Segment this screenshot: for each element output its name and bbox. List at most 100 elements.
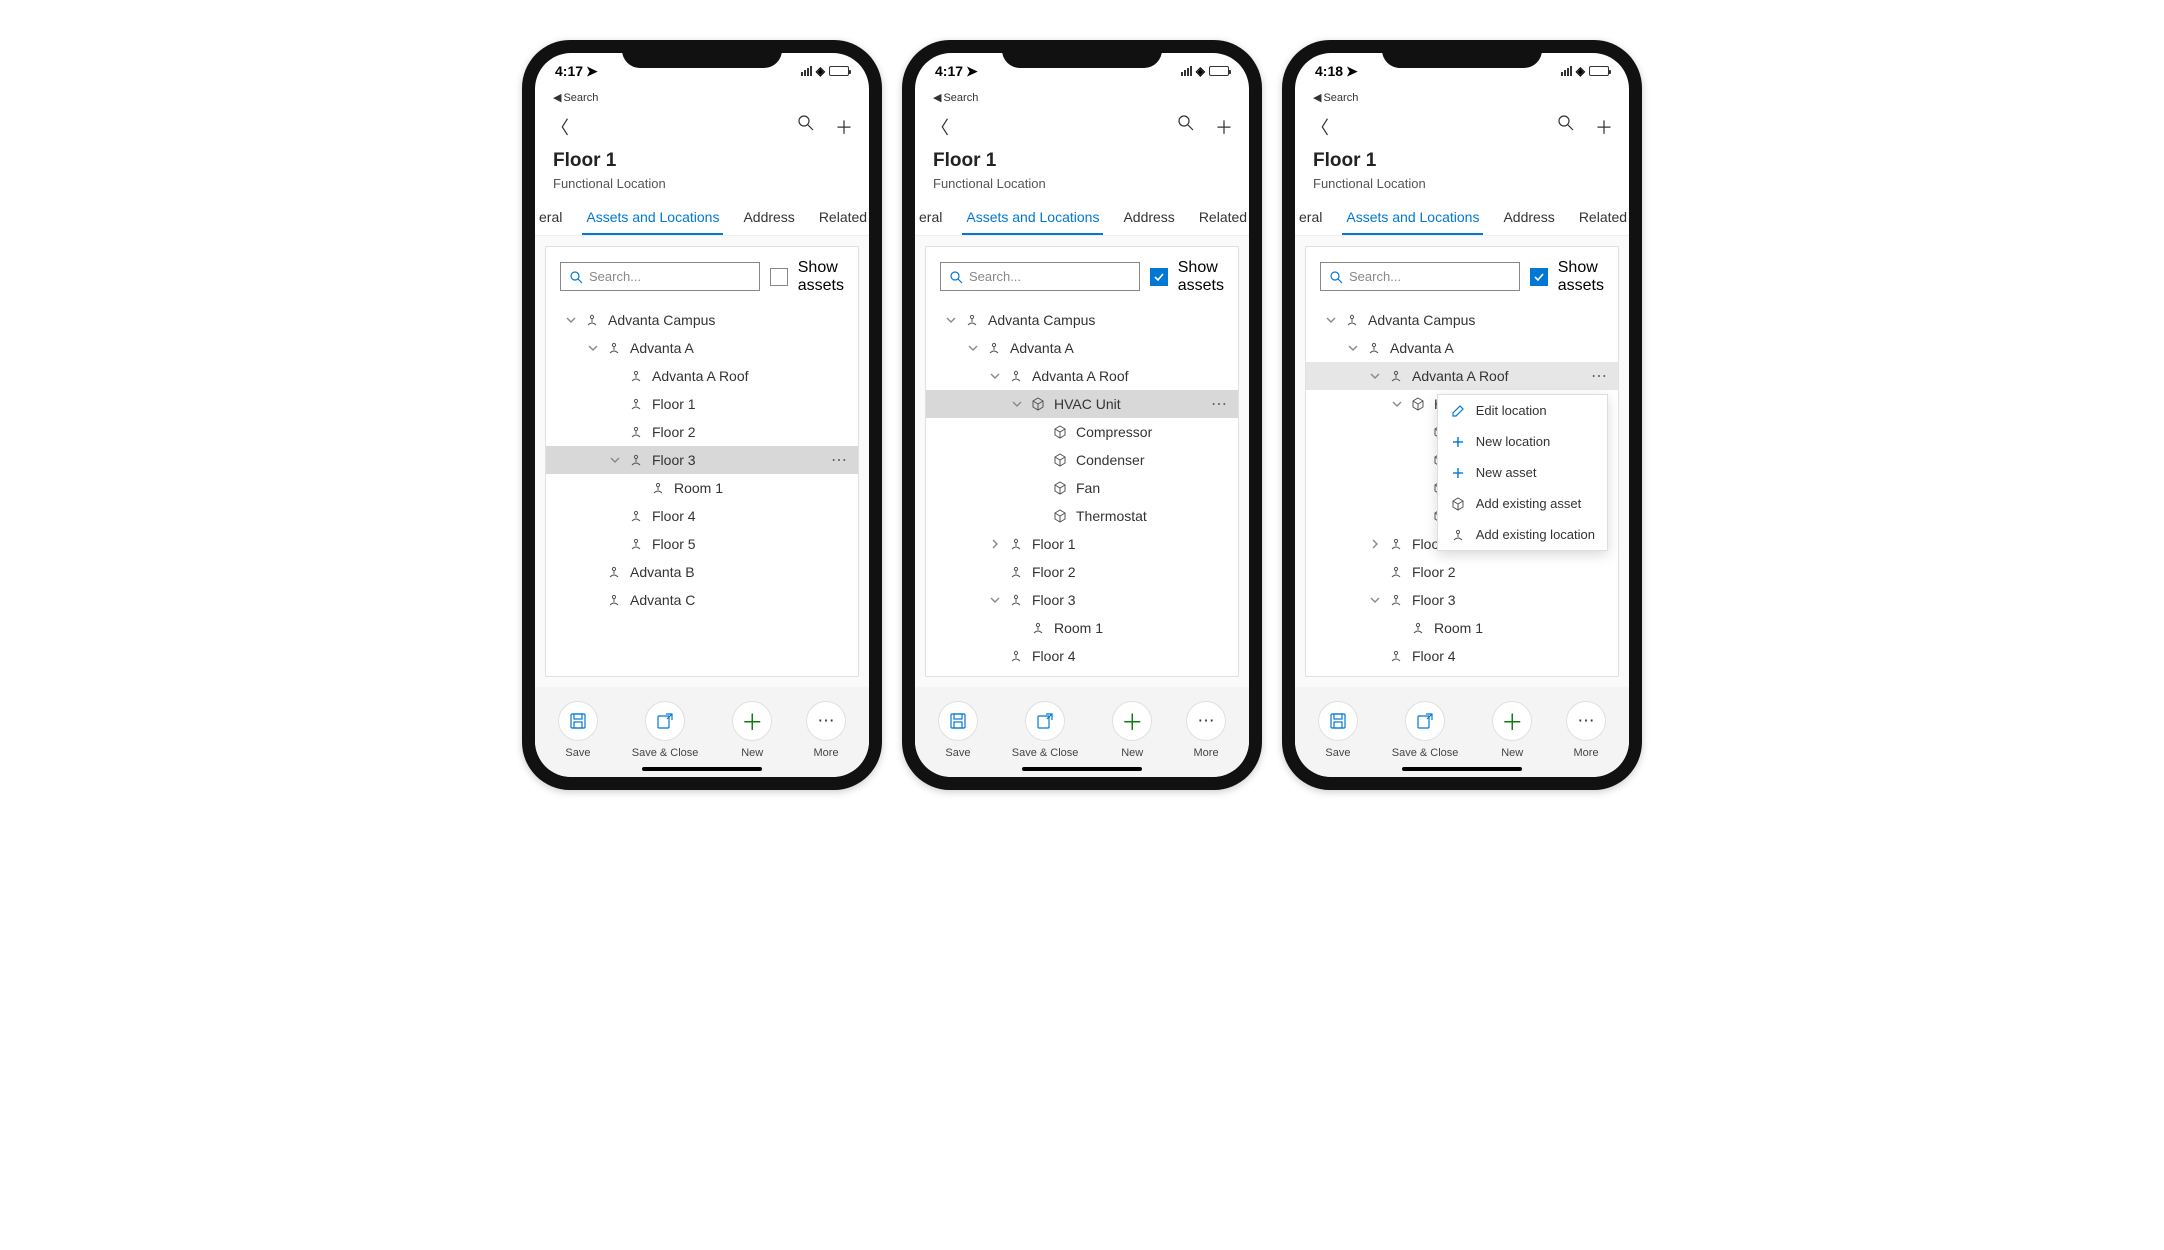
chevron-down-icon[interactable] (608, 455, 622, 465)
more-button[interactable]: ⋯More (1566, 701, 1606, 759)
tree-row[interactable]: Advanta A Roof (926, 362, 1238, 390)
context-menu-item[interactable]: Add existing asset (1438, 488, 1607, 519)
row-more-icon[interactable]: ⋯ (1591, 366, 1608, 386)
tree-row[interactable]: Room 1 (926, 614, 1238, 642)
tree-row[interactable]: Floor 3⋯ (546, 446, 858, 474)
back-to-search[interactable]: ◀ Search (915, 89, 1249, 106)
tree-row[interactable]: Advanta C (546, 586, 858, 614)
tree-row[interactable]: Advanta Campus (1306, 306, 1618, 334)
tree-row[interactable]: Condenser (926, 446, 1238, 474)
back-button[interactable]: 〈 (551, 114, 569, 140)
chevron-down-icon[interactable] (1010, 399, 1024, 409)
tab-assets-locations[interactable]: Assets and Locations (574, 199, 731, 235)
add-button[interactable]: ＋ (1215, 114, 1233, 140)
search-input[interactable]: Search... (1320, 262, 1520, 291)
tab-assets-locations[interactable]: Assets and Locations (1334, 199, 1491, 235)
tree-row[interactable]: Room 1 (546, 474, 858, 502)
chevron-down-icon[interactable] (564, 315, 578, 325)
context-menu-item[interactable]: New asset (1438, 457, 1607, 488)
add-button[interactable]: ＋ (1595, 114, 1613, 140)
tree-row[interactable]: Advanta A (546, 334, 858, 362)
save-close-button[interactable]: Save & Close (632, 701, 699, 759)
home-indicator[interactable] (1402, 767, 1522, 771)
chevron-down-icon[interactable] (1368, 595, 1382, 605)
chevron-down-icon[interactable] (988, 595, 1002, 605)
chevron-down-icon[interactable] (1346, 343, 1360, 353)
save-close-button[interactable]: Save & Close (1012, 701, 1079, 759)
tree-row[interactable]: Advanta A Roof (546, 362, 858, 390)
tree-row[interactable]: HVAC Unit⋯ (926, 390, 1238, 418)
tree-row[interactable]: Floor 4 (546, 502, 858, 530)
back-button[interactable]: 〈 (931, 114, 949, 140)
tree-row[interactable]: Floor 2 (546, 418, 858, 446)
tab-general[interactable]: eral (539, 199, 574, 235)
show-assets-checkbox[interactable] (1150, 268, 1168, 286)
tree-row[interactable]: Floor 1 (546, 390, 858, 418)
chevron-down-icon[interactable] (1368, 371, 1382, 381)
tab-address[interactable]: Address (1491, 199, 1566, 235)
search-input[interactable]: Search... (940, 262, 1140, 291)
new-button[interactable]: ＋New (732, 701, 772, 759)
search-icon[interactable] (797, 114, 815, 140)
tree-row[interactable]: Advanta A (926, 334, 1238, 362)
tree-row[interactable]: Floor 4 (926, 642, 1238, 670)
tree-row[interactable]: Floor 3 (926, 586, 1238, 614)
tree-row[interactable]: Fan (926, 474, 1238, 502)
chevron-down-icon[interactable] (988, 371, 1002, 381)
tree-row[interactable]: Floor 1 (926, 530, 1238, 558)
show-assets-checkbox[interactable] (770, 268, 788, 286)
tab-general[interactable]: eral (1299, 199, 1334, 235)
row-more-icon[interactable]: ⋯ (1211, 394, 1228, 414)
tree-node-label: Floor 1 (652, 396, 696, 412)
show-assets-checkbox[interactable] (1530, 268, 1548, 286)
tree-row[interactable]: Floor 4 (1306, 642, 1618, 670)
save-button[interactable]: Save (1318, 701, 1358, 759)
tree-row[interactable]: Thermostat (926, 502, 1238, 530)
back-button[interactable]: 〈 (1311, 114, 1329, 140)
home-indicator[interactable] (1022, 767, 1142, 771)
tree-row[interactable]: Advanta A (1306, 334, 1618, 362)
chevron-down-icon[interactable] (1390, 399, 1404, 409)
save-button[interactable]: Save (558, 701, 598, 759)
tree-row[interactable]: Floor 5 (546, 530, 858, 558)
tree-row[interactable]: Floor 2 (1306, 558, 1618, 586)
search-icon[interactable] (1177, 114, 1195, 140)
context-menu-item[interactable]: New location (1438, 426, 1607, 457)
tree-row[interactable]: Advanta B (546, 558, 858, 586)
tree-row[interactable]: Advanta Campus (546, 306, 858, 334)
back-to-search[interactable]: ◀ Search (1295, 89, 1629, 106)
save-button[interactable]: Save (938, 701, 978, 759)
new-button[interactable]: ＋New (1112, 701, 1152, 759)
tab-address[interactable]: Address (1111, 199, 1186, 235)
more-button[interactable]: ⋯More (1186, 701, 1226, 759)
new-button[interactable]: ＋New (1492, 701, 1532, 759)
chevron-down-icon[interactable] (1324, 315, 1338, 325)
tab-address[interactable]: Address (731, 199, 806, 235)
save-close-button[interactable]: Save & Close (1392, 701, 1459, 759)
search-icon[interactable] (1557, 114, 1575, 140)
row-more-icon[interactable]: ⋯ (831, 450, 848, 470)
chevron-down-icon[interactable] (944, 315, 958, 325)
tree-row[interactable]: Floor 3 (1306, 586, 1618, 614)
tree-row[interactable]: Room 1 (1306, 614, 1618, 642)
tab-general[interactable]: eral (919, 199, 954, 235)
home-indicator[interactable] (642, 767, 762, 771)
add-button[interactable]: ＋ (835, 114, 853, 140)
search-input[interactable]: Search... (560, 262, 760, 291)
tab-related[interactable]: Related (1567, 199, 1629, 235)
context-menu-item[interactable]: Add existing location (1438, 519, 1607, 550)
more-button[interactable]: ⋯More (806, 701, 846, 759)
tree-row[interactable]: Advanta A Roof⋯ (1306, 362, 1618, 390)
chevron-right-icon[interactable] (1368, 539, 1382, 549)
tree-row[interactable]: Advanta Campus (926, 306, 1238, 334)
tab-related[interactable]: Related (1187, 199, 1249, 235)
chevron-down-icon[interactable] (586, 343, 600, 353)
tab-related[interactable]: Related (807, 199, 869, 235)
tree-row[interactable]: Compressor (926, 418, 1238, 446)
tree-row[interactable]: Floor 2 (926, 558, 1238, 586)
chevron-down-icon[interactable] (966, 343, 980, 353)
chevron-right-icon[interactable] (988, 539, 1002, 549)
tab-assets-locations[interactable]: Assets and Locations (954, 199, 1111, 235)
back-to-search[interactable]: ◀ Search (535, 89, 869, 106)
context-menu-item[interactable]: Edit location (1438, 395, 1607, 426)
